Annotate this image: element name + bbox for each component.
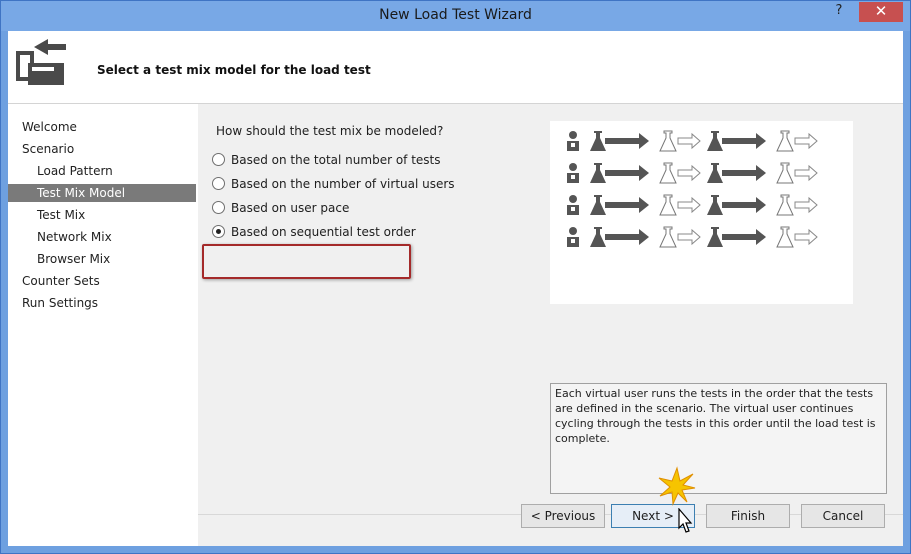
wizard-window: New Load Test Wizard ? ✕ Select a test m… <box>0 0 911 554</box>
question-label: How should the test mix be modeled? <box>216 124 444 138</box>
option-label: Based on the total number of tests <box>231 153 441 167</box>
wizard-header: Select a test mix model for the load tes… <box>8 31 903 104</box>
wizard-nav: Welcome Scenario Load Pattern Test Mix M… <box>8 104 198 546</box>
radio-button[interactable] <box>212 177 225 190</box>
nav-item-welcome[interactable]: Welcome <box>8 118 210 136</box>
nav-item-scenario[interactable]: Scenario <box>8 140 210 158</box>
nav-item-load-pattern[interactable]: Load Pattern <box>8 162 225 180</box>
radio-button-selected[interactable] <box>212 225 225 238</box>
wizard-content: How should the test mix be modeled? Base… <box>198 104 903 546</box>
nav-item-run-settings[interactable]: Run Settings <box>8 294 210 312</box>
description-box: Each virtual user runs the tests in the … <box>550 383 887 494</box>
nav-item-browser-mix[interactable]: Browser Mix <box>8 250 225 268</box>
option-sequential-order[interactable]: Based on sequential test order <box>212 224 416 240</box>
option-total-tests[interactable]: Based on the total number of tests <box>212 152 441 168</box>
cancel-button[interactable]: Cancel <box>801 504 885 528</box>
option-virtual-users[interactable]: Based on the number of virtual users <box>212 176 455 192</box>
finish-button[interactable]: Finish <box>706 504 790 528</box>
option-label: Based on sequential test order <box>231 225 416 239</box>
option-label: Based on user pace <box>231 201 350 215</box>
previous-button[interactable]: < Previous <box>521 504 605 528</box>
wizard-client: Select a test mix model for the load tes… <box>8 31 903 546</box>
window-title: New Load Test Wizard <box>379 7 532 23</box>
mouse-cursor-icon <box>675 507 693 539</box>
radio-button[interactable] <box>212 153 225 166</box>
close-button[interactable]: ✕ <box>859 2 903 22</box>
nav-item-network-mix[interactable]: Network Mix <box>8 228 225 246</box>
model-preview-image <box>550 121 853 304</box>
nav-item-test-mix[interactable]: Test Mix <box>8 206 225 224</box>
option-label: Based on the number of virtual users <box>231 177 455 191</box>
page-title: Select a test mix model for the load tes… <box>97 63 371 77</box>
nav-item-test-mix-model[interactable]: Test Mix Model <box>8 184 196 202</box>
sequential-order-diagram <box>550 121 853 304</box>
click-sparkle-icon <box>657 466 697 509</box>
option-user-pace[interactable]: Based on user pace <box>212 200 349 216</box>
wizard-arrow-icon <box>14 37 72 90</box>
title-bar[interactable]: New Load Test Wizard ? ✕ <box>1 1 910 31</box>
callout-highlight <box>202 244 411 279</box>
help-button[interactable]: ? <box>829 3 849 21</box>
nav-item-counter-sets[interactable]: Counter Sets <box>8 272 210 290</box>
radio-button[interactable] <box>212 201 225 214</box>
